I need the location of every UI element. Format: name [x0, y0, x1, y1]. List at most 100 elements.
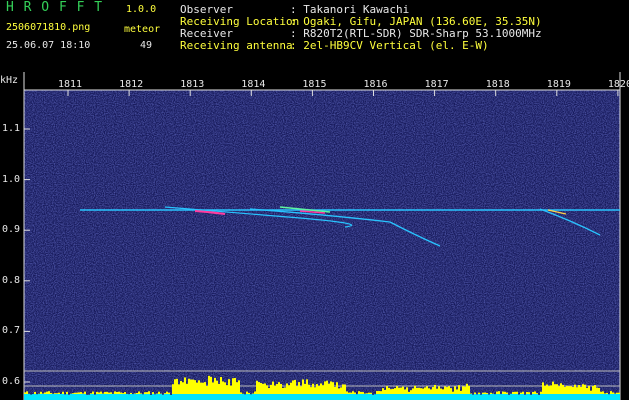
power-bar-high	[366, 393, 368, 394]
power-bar-low	[426, 394, 428, 400]
power-bar-high	[602, 391, 604, 394]
power-bar-high	[326, 380, 328, 394]
power-bar-high	[136, 392, 138, 394]
power-bar-low	[332, 394, 334, 400]
power-bar-high	[598, 387, 600, 394]
power-bar-low	[142, 394, 144, 400]
power-bar-low	[480, 394, 482, 400]
power-bar-low	[404, 394, 406, 400]
power-bar-low	[408, 394, 410, 400]
power-bar-low	[28, 394, 30, 400]
power-bar-high	[558, 386, 560, 394]
power-bar-high	[266, 385, 268, 394]
power-bar-high	[610, 391, 612, 394]
power-bar-low	[484, 394, 486, 400]
power-bar-high	[440, 388, 442, 394]
power-bar-low	[328, 394, 330, 400]
power-bar-low	[168, 394, 170, 400]
power-bar-low	[180, 394, 182, 400]
power-bar-low	[100, 394, 102, 400]
power-bar-high	[398, 387, 400, 394]
power-bar-low	[90, 394, 92, 400]
power-bar-low	[176, 394, 178, 400]
power-bar-low	[322, 394, 324, 400]
power-bar-low	[414, 394, 416, 400]
power-bar-high	[556, 384, 558, 394]
x-tick-label: 1816	[363, 79, 388, 90]
power-bar-low	[218, 394, 220, 400]
power-bar-high	[396, 386, 398, 394]
power-bar-high	[568, 386, 570, 394]
power-bar-low	[310, 394, 312, 400]
x-tick-label: 1814	[241, 79, 266, 90]
power-bar-low	[316, 394, 318, 400]
power-bar-high	[362, 392, 364, 394]
power-bar-high	[286, 383, 288, 394]
power-bar-low	[502, 394, 504, 400]
y-tick-label: 1.1	[2, 123, 21, 134]
power-bar-high	[214, 377, 216, 394]
power-bar-low	[86, 394, 88, 400]
power-bar-low	[342, 394, 344, 400]
power-bar-low	[220, 394, 222, 400]
power-bar-low	[250, 394, 252, 400]
power-bar-low	[264, 394, 266, 400]
power-bar-low	[500, 394, 502, 400]
power-bar-low	[374, 394, 376, 400]
power-bar-high	[554, 384, 556, 394]
y-tick-label: 0.7	[2, 325, 21, 337]
power-bar-low	[542, 394, 544, 400]
power-bar-low	[430, 394, 432, 400]
power-bar-high	[330, 381, 332, 394]
power-bar-low	[388, 394, 390, 400]
power-bar-low	[602, 394, 604, 400]
power-bar-high	[454, 386, 456, 394]
power-bar-low	[608, 394, 610, 400]
power-bar-low	[616, 394, 618, 400]
power-bar-high	[224, 382, 226, 394]
power-bar-low	[506, 394, 508, 400]
power-bar-high	[336, 382, 338, 394]
power-bar-low	[386, 394, 388, 400]
power-bar-high	[504, 391, 506, 394]
x-tick-label: 1817	[424, 79, 449, 90]
power-bar-high	[616, 392, 618, 394]
power-bar-high	[384, 389, 386, 394]
power-bar-high	[516, 391, 518, 394]
power-bar-low	[458, 394, 460, 400]
power-bar-high	[574, 384, 576, 394]
power-bar-low	[438, 394, 440, 400]
power-bar-high	[582, 384, 584, 394]
power-bar-high	[34, 391, 36, 394]
power-bar-low	[564, 394, 566, 400]
power-bar-high	[386, 386, 388, 394]
power-bar-high	[382, 388, 384, 394]
power-bar-low	[282, 394, 284, 400]
power-bar-low	[456, 394, 458, 400]
power-bar-high	[72, 393, 74, 394]
power-bar-low	[308, 394, 310, 400]
power-bar-low	[510, 394, 512, 400]
x-tick-label: 1820	[607, 79, 629, 90]
power-bar-high	[578, 385, 580, 394]
x-tick-label: 1818	[485, 79, 510, 90]
power-bar-low	[126, 394, 128, 400]
power-bar-low	[514, 394, 516, 400]
power-bar-high	[536, 393, 538, 394]
power-bar-low	[74, 394, 76, 400]
power-bar-low	[350, 394, 352, 400]
power-bar-high	[40, 391, 42, 394]
power-bar-low	[242, 394, 244, 400]
power-bar-low	[32, 394, 34, 400]
power-bar-low	[284, 394, 286, 400]
power-bar-low	[82, 394, 84, 400]
power-bar-low	[454, 394, 456, 400]
power-bar-low	[600, 394, 602, 400]
power-bar-high	[44, 392, 46, 394]
power-bar-high	[246, 391, 248, 394]
power-bar-low	[192, 394, 194, 400]
power-bar-high	[198, 380, 200, 394]
power-bar-high	[612, 392, 614, 394]
power-bar-low	[338, 394, 340, 400]
power-bar-high	[56, 393, 58, 394]
